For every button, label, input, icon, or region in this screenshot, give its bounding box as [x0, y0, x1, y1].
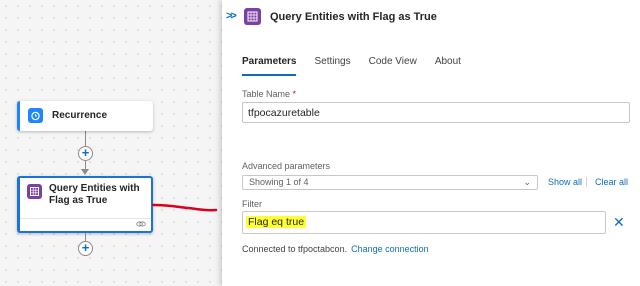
table-name-input[interactable]: tfpocazuretable [242, 102, 630, 123]
collapse-panel-button[interactable]: >> [226, 10, 237, 22]
link-icon [136, 220, 146, 228]
card-divider [20, 218, 151, 219]
recurrence-trigger-card[interactable]: Recurrence [17, 101, 153, 131]
tab-settings[interactable]: Settings [314, 56, 350, 76]
tab-code-view[interactable]: Code View [369, 56, 417, 76]
designer-canvas: + Recurrence Query Entities with Flag as… [0, 0, 222, 286]
table-name-label-text: Table Name [242, 89, 291, 99]
advanced-parameters-dropdown[interactable]: Showing 1 of 4 ⌄ [242, 175, 538, 190]
change-connection-link[interactable]: Change connection [351, 244, 429, 254]
query-entities-action-card[interactable]: Query Entities with Flag as True [17, 176, 153, 233]
connector-line [85, 131, 86, 146]
table-name-label: Table Name * [242, 89, 296, 99]
connection-info: Connected to tfpoctabcon. Change connecti… [242, 244, 429, 254]
required-marker: * [292, 89, 297, 99]
add-step-button[interactable]: + [78, 241, 93, 256]
table-storage-icon [244, 8, 261, 25]
alarm-clock-icon [28, 108, 43, 123]
link-divider [586, 177, 587, 187]
close-icon[interactable]: ✕ [613, 215, 625, 229]
tab-about[interactable]: About [435, 56, 461, 76]
recurrence-title: Recurrence [52, 110, 108, 121]
query-entities-title: Query Entities with Flag as True [49, 183, 140, 206]
chevron-down-icon: ⌄ [523, 177, 531, 187]
insert-step-button[interactable]: + [78, 146, 93, 161]
connector-arrow-icon [81, 169, 89, 175]
advanced-parameters-selected: Showing 1 of 4 [249, 177, 309, 187]
panel-title: Query Entities with Flag as True [270, 11, 437, 23]
show-all-link[interactable]: Show all [548, 177, 582, 187]
filter-value-highlighted: Flag eq true [246, 216, 307, 228]
tab-parameters[interactable]: Parameters [242, 56, 297, 76]
advanced-parameters-label: Advanced parameters [242, 161, 331, 171]
connection-text: Connected to tfpoctabcon. [242, 244, 348, 254]
panel-tabs: Parameters Settings Code View About [242, 56, 479, 76]
filter-label: Filter [242, 199, 262, 209]
clear-all-link[interactable]: Clear all [595, 177, 628, 187]
filter-input[interactable]: Flag eq true [242, 211, 606, 234]
table-storage-icon [27, 184, 42, 199]
action-details-panel: >> Query Entities with Flag as True Para… [222, 0, 640, 286]
